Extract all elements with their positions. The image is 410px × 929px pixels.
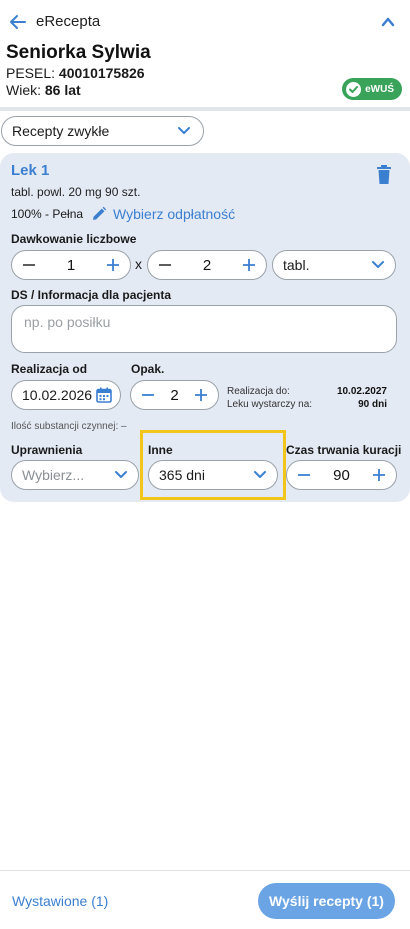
refund-row: 100% - Pełna Wybierz odpłatność [11,206,235,222]
minus-icon [159,264,171,266]
prescription-type-value: Recepty zwykłe [12,123,110,139]
patient-info-textarea[interactable]: np. po posiłku [11,305,397,353]
drug-description: tabl. powl. 20 mg 90 szt. [11,185,141,199]
active-substance-amount: Ilość substancji czynnej: – [11,421,127,432]
enough-for-label: Leku wystarczy na: [227,399,313,410]
age-row: Wiek: 86 lat [6,82,81,98]
package-count-value[interactable]: 2 [170,387,178,404]
plus-button[interactable] [240,256,258,274]
ewus-label: eWUŚ [365,83,394,95]
minus-button[interactable] [139,386,157,404]
minus-icon [142,394,154,396]
other-label: Inne [148,443,173,457]
header-divider [0,107,410,111]
pesel-label: PESEL: [6,65,56,81]
plus-icon [107,259,119,271]
realization-from-label: Realizacja od [11,362,88,376]
ewus-status-badge: eWUŚ [342,78,402,100]
age-label: Wiek: [6,82,41,98]
prescription-type-select[interactable]: Recepty zwykłe [1,116,204,146]
dosage-unit-value: tabl. [283,257,310,273]
choose-refund-link[interactable]: Wybierz odpłatność [91,206,235,222]
plus-button[interactable] [370,466,388,484]
other-select-value: 365 dni [159,467,205,483]
realization-info: Realizacja do: 10.02.2027 Leku wystarczy… [227,385,387,411]
plus-button[interactable] [104,256,122,274]
back-arrow-icon[interactable] [8,12,28,32]
enough-for-row: Leku wystarczy na: 90 dni [227,398,387,411]
check-icon [346,81,362,97]
realization-date-field[interactable]: 10.02.2026 [11,380,121,410]
minus-icon [298,474,310,476]
pesel-row: PESEL: 40010175826 [6,65,145,81]
package-stepper: 2 [130,380,219,410]
dosage-amount-stepper: 1 [11,250,131,280]
permissions-label: Uprawnienia [11,443,83,457]
footer-divider [0,870,410,871]
permissions-select[interactable]: Wybierz... [11,460,139,490]
dosage-label: Dawkowanie liczbowe [11,232,137,246]
chevron-down-icon [372,261,384,268]
issued-prescriptions-link[interactable]: Wystawione (1) [12,893,108,909]
chevron-down-icon [115,471,127,478]
dosage-times-value[interactable]: 2 [203,257,211,274]
choose-refund-label: Wybierz odpłatność [113,206,236,222]
treatment-duration-label: Czas trwania kuracji [286,443,402,457]
dosage-amount-value[interactable]: 1 [67,257,75,274]
other-select[interactable]: 365 dni [148,460,278,490]
minus-icon [23,264,35,266]
chevron-up-icon[interactable] [380,14,396,30]
pencil-icon [93,206,107,220]
dosage-times-stepper: 2 [147,250,267,280]
realization-until-row: Realizacja do: 10.02.2027 [227,385,387,398]
patient-name: Seniorka Sylwia [6,42,151,63]
trash-icon[interactable] [376,165,392,184]
plus-icon [373,469,385,481]
chevron-down-icon [178,127,190,134]
treatment-duration-stepper: 90 [286,460,397,490]
enough-for-value: 90 dni [358,399,387,410]
refund-level: 100% - Pełna [11,207,84,221]
age-value: 86 lat [44,82,81,98]
plus-button[interactable] [192,386,210,404]
send-prescriptions-button[interactable]: Wyślij recepty (1) [258,883,395,919]
header: eRecepta Seniorka Sylwia PESEL: 40010175… [0,0,410,106]
minus-button[interactable] [20,256,38,274]
chevron-down-icon [254,471,266,478]
realization-date-value: 10.02.2026 [22,387,93,403]
plus-icon [195,389,207,401]
dosage-unit-select[interactable]: tabl. [272,250,396,280]
treatment-duration-value[interactable]: 90 [333,467,350,484]
package-label: Opak. [131,362,165,376]
minus-button[interactable] [156,256,174,274]
minus-button[interactable] [295,466,313,484]
pesel-value: 40010175826 [58,65,145,81]
realization-until-value: 10.02.2027 [336,386,387,397]
calendar-icon[interactable] [96,387,112,403]
drug-title: Lek 1 [11,162,50,179]
app-title: eRecepta [36,13,101,30]
ds-label: DS / Informacja dla pacjenta [11,288,172,302]
permissions-placeholder: Wybierz... [22,467,85,483]
multiply-sign: x [135,256,142,272]
plus-icon [243,259,255,271]
realization-until-label: Realizacja do: [227,386,290,397]
